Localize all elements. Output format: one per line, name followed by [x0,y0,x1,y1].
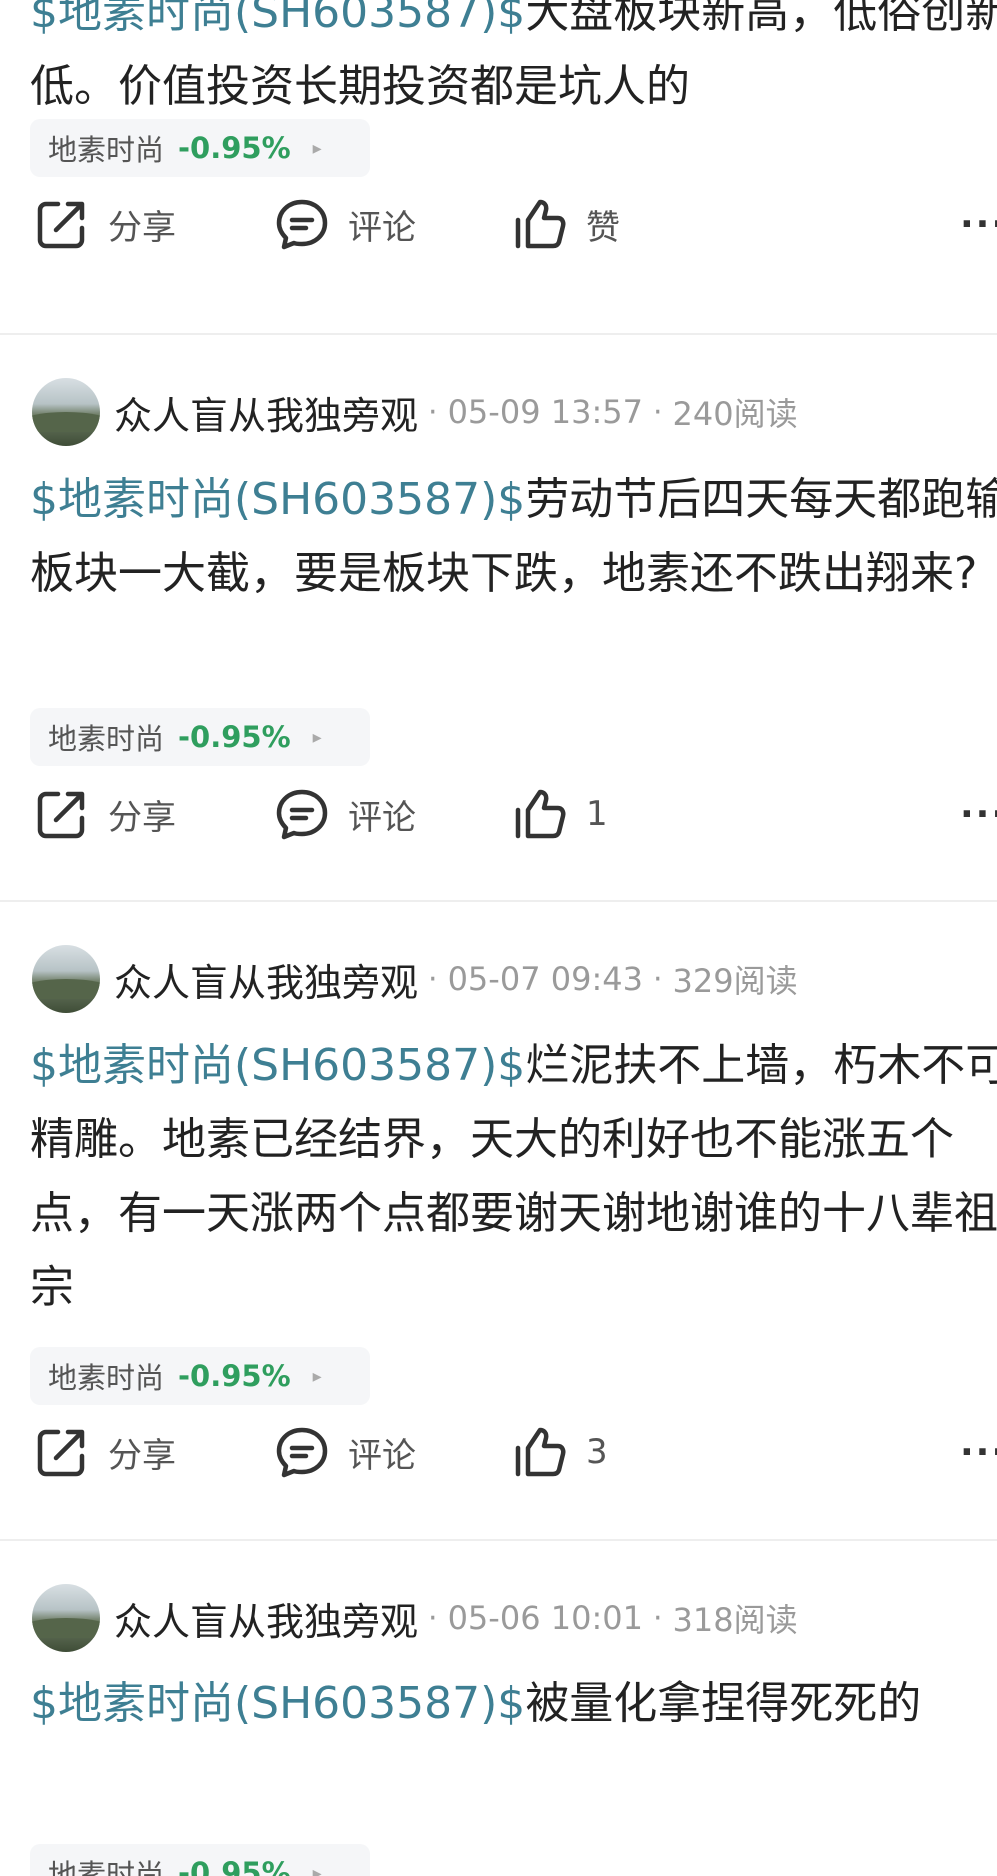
divider [0,900,997,902]
post-card[interactable]: 众人盲从我独旁观 · 05-09 13:57 · 240阅读 $地素时尚(SH6… [0,336,997,901]
meta-separator: · [428,961,438,997]
post-feed: $地素时尚(SH603587)$大盘板块新高，低俗创新低。价值投资长期投资都是坑… [0,0,997,1876]
comment-label: 评论 [348,1435,416,1476]
read-count: 240阅读 [672,395,798,433]
post-actions: 分享 评论 1 ··· [0,782,997,846]
stock-chip[interactable]: 地素时尚 -0.95% ▸ [30,1347,370,1405]
like-button[interactable]: 1 [512,782,608,846]
post-time: 05-07 09:43 [447,960,643,998]
thumbs-up-icon [515,199,566,249]
like-label: 赞 [586,207,620,248]
stock-chip-name: 地素时尚 [48,1361,165,1395]
comment-button[interactable]: 评论 [274,782,416,846]
avatar[interactable] [32,378,100,446]
stock-ticker-link[interactable]: $地素时尚(SH603587)$ [30,0,525,38]
share-label: 分享 [108,797,176,838]
share-button[interactable]: 分享 [34,782,176,846]
stock-ticker-link[interactable]: $地素时尚(SH603587)$ [30,1040,525,1091]
post-time: 05-06 10:01 [447,1599,643,1637]
like-count: 1 [586,794,608,834]
meta-separator: · [652,1600,663,1636]
stock-chip-change: -0.95% [178,720,291,754]
stock-chip[interactable]: 地素时尚 -0.95% ▸ [30,119,370,177]
post-text: 被量化拿捏得死死的 [525,1678,922,1729]
comment-icon [276,199,328,250]
like-count: 3 [586,1432,608,1472]
comment-button[interactable]: 评论 [274,192,416,256]
thumbs-up-icon [515,789,566,839]
share-label: 分享 [108,207,176,248]
chevron-right-icon: ▸ [312,726,322,748]
stock-ticker-link[interactable]: $地素时尚(SH603587)$ [30,1678,525,1729]
more-icon: ··· [960,793,997,835]
stock-chip-change: -0.95% [178,1856,291,1876]
author-name[interactable]: 众人盲从我独旁观 [114,1591,418,1646]
comment-label: 评论 [348,207,416,248]
comment-icon [276,1427,328,1478]
post-body[interactable]: $地素时尚(SH603587)$被量化拿捏得死死的 [30,1667,997,1741]
read-count: 329阅读 [672,962,798,1000]
stock-ticker-link[interactable]: $地素时尚(SH603587)$ [30,474,525,525]
share-icon [37,201,85,249]
post-actions: 分享 评论 3 ··· [0,1420,997,1484]
post-time: 05-09 13:57 [447,393,643,431]
share-button[interactable]: 分享 [34,192,176,256]
share-icon [37,791,85,839]
avatar[interactable] [32,1584,100,1652]
share-icon [37,1429,85,1477]
divider [0,333,997,335]
chevron-right-icon: ▸ [312,137,322,159]
stock-chip-name: 地素时尚 [48,133,165,167]
comment-button[interactable]: 评论 [274,1420,416,1484]
post-card[interactable]: $地素时尚(SH603587)$大盘板块新高，低俗创新低。价值投资长期投资都是坑… [0,0,997,336]
post-body[interactable]: $地素时尚(SH603587)$大盘板块新高，低俗创新低。价值投资长期投资都是坑… [30,0,997,124]
read-count: 318阅读 [672,1601,798,1639]
share-button[interactable]: 分享 [34,1420,176,1484]
comment-label: 评论 [348,797,416,838]
post-meta: 众人盲从我独旁观 · 05-07 09:43 · 329阅读 [32,943,798,1015]
meta-separator: · [428,1600,438,1636]
post-card[interactable]: 众人盲从我独旁观 · 05-06 10:01 · 318阅读 $地素时尚(SH6… [0,1542,997,1876]
stock-chip[interactable]: 地素时尚 -0.95% ▸ [30,708,370,766]
post-body[interactable]: $地素时尚(SH603587)$烂泥扶不上墙，朽木不可精雕。地素已经结界，天大的… [30,1029,997,1325]
author-name[interactable]: 众人盲从我独旁观 [114,952,418,1007]
more-button[interactable]: ··· [960,782,997,846]
stock-chip[interactable]: 地素时尚 -0.95% ▸ [30,1844,370,1876]
author-name[interactable]: 众人盲从我独旁观 [114,385,418,440]
more-icon: ··· [960,203,997,245]
share-label: 分享 [108,1435,176,1476]
stock-chip-change: -0.95% [178,1359,291,1393]
stock-chip-name: 地素时尚 [48,1858,165,1876]
chevron-right-icon: ▸ [312,1365,322,1387]
meta-separator: · [428,394,438,430]
thumbs-up-icon [515,1427,566,1477]
comment-icon [276,789,328,840]
post-body[interactable]: $地素时尚(SH603587)$劳动节后四天每天都跑输板块一大截，要是板块下跌，… [30,463,997,611]
like-button[interactable]: 赞 [512,192,620,256]
stock-chip-change: -0.95% [178,131,291,165]
stock-chip-name: 地素时尚 [48,722,165,756]
avatar[interactable] [32,945,100,1013]
post-meta: 众人盲从我独旁观 · 05-06 10:01 · 318阅读 [32,1582,798,1654]
post-card[interactable]: 众人盲从我独旁观 · 05-07 09:43 · 329阅读 $地素时尚(SH6… [0,903,997,1539]
like-button[interactable]: 3 [512,1420,608,1484]
more-button[interactable]: ··· [960,1420,997,1484]
divider [0,1539,997,1541]
more-icon: ··· [960,1431,997,1473]
chevron-right-icon: ▸ [312,1862,322,1876]
post-meta: 众人盲从我独旁观 · 05-09 13:57 · 240阅读 [32,376,798,448]
post-actions: 分享 评论 赞 ··· [0,192,997,256]
more-button[interactable]: ··· [960,192,997,256]
meta-separator: · [652,394,663,430]
meta-separator: · [652,961,663,997]
